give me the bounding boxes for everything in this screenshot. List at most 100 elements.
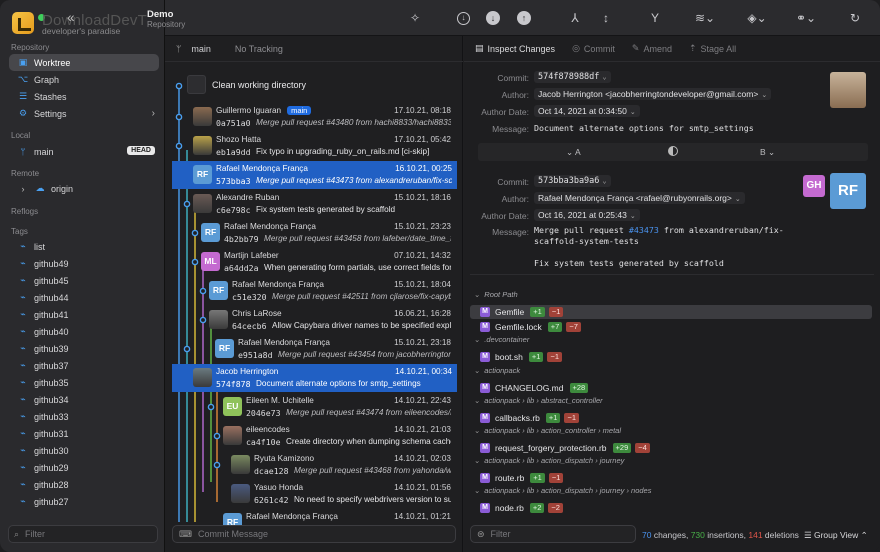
group-view-menu[interactable]: ☰ Group View ⌃: [804, 530, 868, 541]
section-local: Local: [11, 131, 31, 140]
sidebar-item-graph[interactable]: ⌥ Graph: [9, 71, 159, 88]
sidebar-tag-item[interactable]: ⌁ github49: [9, 255, 159, 272]
swap-contrast-icon[interactable]: [668, 146, 678, 156]
commit-row[interactable]: Ryuta Kamizono 14.10.21, 02:03 dcae128 Merg…: [225, 451, 456, 479]
changed-file-row[interactable]: M Gemfile +1 −1: [470, 305, 872, 319]
changed-file-row[interactable]: Mboot.sh +1 −1: [470, 350, 872, 364]
commit-row[interactable]: Chris LaRose 16.06.21, 16:28 64cecb6 Allow …: [203, 306, 456, 334]
file-group-header[interactable]: ⌄ Root Path: [474, 290, 518, 299]
commit-row[interactable]: EU Eileen M. Uchitelle 14.10.21, 22:43 2046…: [217, 393, 456, 421]
push-icon[interactable]: ↑: [517, 11, 531, 25]
side-b-selector[interactable]: B ⌄: [760, 147, 775, 158]
commit-date: 14.10.21, 22:43: [394, 396, 451, 405]
sidebar-tag-item[interactable]: ⌁ github33: [9, 408, 159, 425]
commit-row[interactable]: Shozo Hatta 17.10.21, 05:42 eb1a9dd Fix typ…: [187, 132, 456, 160]
commit-row[interactable]: RF Rafael Mendonça França 15.10.21, 18:04 c…: [203, 277, 456, 305]
commit-a-date[interactable]: Oct 14, 2021 at 0:34:50 ⌄: [534, 105, 640, 117]
sidebar-tag-item[interactable]: ⌁ list: [9, 238, 159, 255]
sidebar-filter-input[interactable]: ⌕ Filter: [8, 525, 158, 543]
file-group-header[interactable]: ⌄ actionpack: [474, 366, 520, 375]
graph-node: [213, 461, 221, 469]
changed-file-row[interactable]: M Gemfile.lock +7 −7: [470, 320, 872, 334]
insertions-badge: +1: [530, 473, 545, 484]
sidebar-item-stashes[interactable]: ☰ Stashes: [9, 88, 159, 105]
changed-file-row[interactable]: Mnode.rb +2 −2: [470, 501, 872, 515]
sidebar-tag-item[interactable]: ⌁ github30: [9, 442, 159, 459]
changed-file-row[interactable]: Mcallbacks.rb +1 −1: [470, 411, 872, 425]
commit-row[interactable]: Jacob Herrington 14.10.21, 00:34 574f878 Do…: [172, 364, 457, 392]
file-group-header[interactable]: ⌄ actionpack › lib › abstract_controller: [474, 396, 603, 405]
branch-tag[interactable]: main: [287, 106, 312, 115]
sidebar-tag-item[interactable]: ⌁ github35: [9, 374, 159, 391]
commit-a-sha[interactable]: 574f878988df ⌄: [534, 71, 611, 83]
sidebar-tag-item[interactable]: ⌁ github34: [9, 391, 159, 408]
chevron-right-icon[interactable]: ›: [17, 184, 29, 194]
branch-fork-icon[interactable]: Y: [646, 9, 664, 27]
deletions-badge: −7: [566, 322, 581, 333]
commit-author: Rafael Mendonça França: [238, 338, 330, 347]
magic-wand-icon[interactable]: ✧: [406, 9, 424, 27]
nav-back-icon[interactable]: ‹: [70, 9, 75, 25]
commit-author: Ryuta Kamizono: [254, 454, 315, 463]
commit-row[interactable]: RF Rafael Mendonça França 15.10.21, 23:18 e…: [209, 335, 456, 363]
sidebar-tag-item[interactable]: ⌁ github45: [9, 272, 159, 289]
tab-commit[interactable]: ◎ Commit: [572, 43, 615, 54]
changed-file-row[interactable]: M CHANGELOG.md +28: [470, 381, 872, 395]
file-group-header[interactable]: ⌄ .devcontainer: [474, 335, 529, 344]
changed-file-row[interactable]: Mroute.rb +1 −1: [470, 471, 872, 485]
commit-b-date[interactable]: Oct 16, 2021 at 0:25:43 ⌄: [534, 209, 640, 221]
fetch-icon[interactable]: ↓: [457, 12, 470, 25]
commit-message: No need to specify webdrivers version to…: [294, 495, 451, 504]
author-avatar: RF: [193, 165, 212, 184]
tag-icon: ⌁: [20, 428, 26, 438]
commit-row[interactable]: RF Rafael Mendonça França 15.10.21, 23:23 4…: [195, 219, 456, 247]
tab-inspect-changes[interactable]: ▤ Inspect Changes: [475, 43, 555, 54]
commit-row[interactable]: eileencodes 14.10.21, 21:03 ca4f10e Create …: [217, 422, 456, 450]
compare-bar[interactable]: ⌄ A B ⌄: [478, 143, 868, 161]
tab-stage-all[interactable]: ⇡ Stage All: [689, 43, 736, 54]
commit-message-input[interactable]: ⌨ Commit Message: [172, 525, 456, 543]
sidebar-tag-item[interactable]: ⌁ github28: [9, 476, 159, 493]
file-group-header[interactable]: ⌄ actionpack › lib › action_dispatch › jo…: [474, 456, 624, 465]
sidebar-tag-item[interactable]: ⌁ github29: [9, 459, 159, 476]
commit-a-author[interactable]: Jacob Herrington <jacobherringtondevelop…: [534, 88, 772, 100]
layers-menu-icon[interactable]: ◈⌄: [745, 9, 769, 27]
link-menu-icon[interactable]: ⚭⌄: [794, 9, 818, 27]
tab-amend[interactable]: ✎ Amend: [632, 43, 672, 54]
commit-row[interactable]: Yasuo Honda 14.10.21, 01:56 6261c42 No need…: [225, 480, 456, 508]
commit-row[interactable]: Guillermo Iguaran main 17.10.21, 08:18 0a75…: [187, 103, 456, 131]
merge-icon[interactable]: ⅄: [566, 9, 584, 27]
tag-icon: ⌁: [20, 343, 26, 353]
sidebar-item-origin[interactable]: › ☁ origin: [9, 180, 159, 197]
commit-row[interactable]: ML Martijn Lafeber 07.10.21, 14:32 a64dd2a W…: [195, 248, 456, 276]
sidebar-tag-item[interactable]: ⌁ github39: [9, 340, 159, 357]
sidebar-tag-item[interactable]: ⌁ github40: [9, 323, 159, 340]
sidebar-tag-item[interactable]: ⌁ github31: [9, 425, 159, 442]
worktree-row[interactable]: Clean working directory: [187, 75, 306, 94]
changed-file-row[interactable]: Mrequest_forgery_protection.rb +29 −4: [470, 441, 872, 455]
file-filter-input[interactable]: ⊜ Filter: [470, 525, 636, 543]
sidebar-tag-item[interactable]: ⌁ github44: [9, 289, 159, 306]
commit-row[interactable]: Alexandre Ruban 15.10.21, 18:16 c6e798c Fix…: [187, 190, 456, 218]
file-group-header[interactable]: ⌄ actionpack › lib › action_dispatch › jo…: [474, 486, 651, 495]
sidebar-item-main-branch[interactable]: ᛘ main HEAD: [9, 143, 159, 160]
author-avatar: [223, 426, 242, 445]
commit-message: When generating form partials, use corre…: [264, 263, 451, 272]
file-group-header[interactable]: ⌄ actionpack › lib › action_controller › …: [474, 426, 621, 435]
pull-icon[interactable]: ↓: [486, 11, 500, 25]
side-a-selector[interactable]: ⌄ A: [566, 147, 581, 158]
current-branch[interactable]: main: [191, 44, 211, 54]
rebase-icon[interactable]: ↕: [597, 9, 615, 27]
commit-b-author[interactable]: Rafael Mendonça França <rafael@rubyonrai…: [534, 192, 745, 204]
sidebar-item-worktree[interactable]: ▣ Worktree: [9, 54, 159, 71]
commit-row[interactable]: RF Rafael Mendonça França 16.10.21, 00:25 5…: [172, 161, 457, 189]
commit-b-sha[interactable]: 573bba3ba9a6 ⌄: [534, 175, 611, 187]
stash-menu-icon[interactable]: ≋⌄: [693, 9, 717, 27]
deletions-badge: −1: [547, 352, 563, 363]
refresh-icon[interactable]: ↻: [846, 9, 864, 27]
sidebar-tag-item[interactable]: ⌁ github37: [9, 357, 159, 374]
sidebar-tag-item[interactable]: ⌁ github27: [9, 493, 159, 510]
sidebar-item-settings[interactable]: ⚙ Settings ›: [9, 105, 159, 122]
sidebar-tag-item[interactable]: ⌁ github41: [9, 306, 159, 323]
pull-request-link[interactable]: #43473: [629, 225, 659, 235]
